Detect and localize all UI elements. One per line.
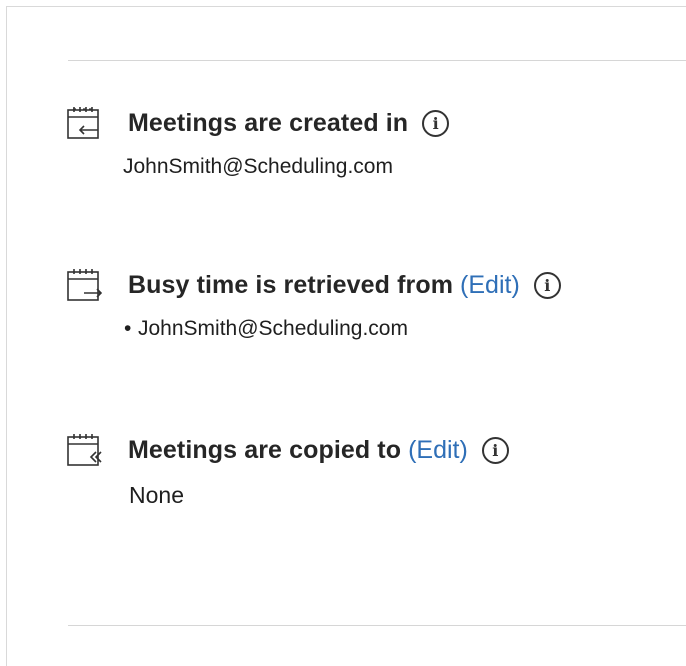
meetings-copied-edit-label[interactable]: Edit [416,436,459,464]
bottom-divider [68,625,686,626]
meetings-created-value: JohnSmith@Scheduling.com [123,155,393,178]
busy-time-edit-link[interactable]: (Edit) [460,271,520,300]
busy-time-edit-label[interactable]: Edit [468,271,511,299]
list-item: JohnSmith@Scheduling.com [138,317,561,341]
meetings-copied-title: Meetings are copied to [128,435,402,464]
busy-time-section: Busy time is retrieved from (Edit) i Joh… [66,267,561,341]
meetings-created-section: Meetings are created in i JohnSmith@Sche… [66,105,450,179]
busy-time-header: Busy time is retrieved from (Edit) i [66,267,561,303]
busy-time-calendar-list: JohnSmith@Scheduling.com [66,317,561,341]
meetings-copied-section: Meetings are copied to (Edit) i None [66,432,509,509]
info-icon[interactable]: i [422,109,450,137]
top-divider [68,60,686,61]
calendar-arrow-in-icon [67,107,99,139]
calendar-arrow-out-icon [67,269,102,301]
info-icon[interactable]: i [481,436,509,464]
meetings-copied-edit-link[interactable]: (Edit) [408,436,468,465]
calendar-double-chevron-icon [67,434,102,466]
meetings-copied-header: Meetings are copied to (Edit) i [66,432,509,468]
busy-time-title: Busy time is retrieved from [128,270,454,299]
info-icon[interactable]: i [533,271,561,299]
meetings-created-header: Meetings are created in i [66,105,450,141]
meetings-created-title: Meetings are created in [128,108,409,137]
meetings-copied-value: None [129,482,184,508]
